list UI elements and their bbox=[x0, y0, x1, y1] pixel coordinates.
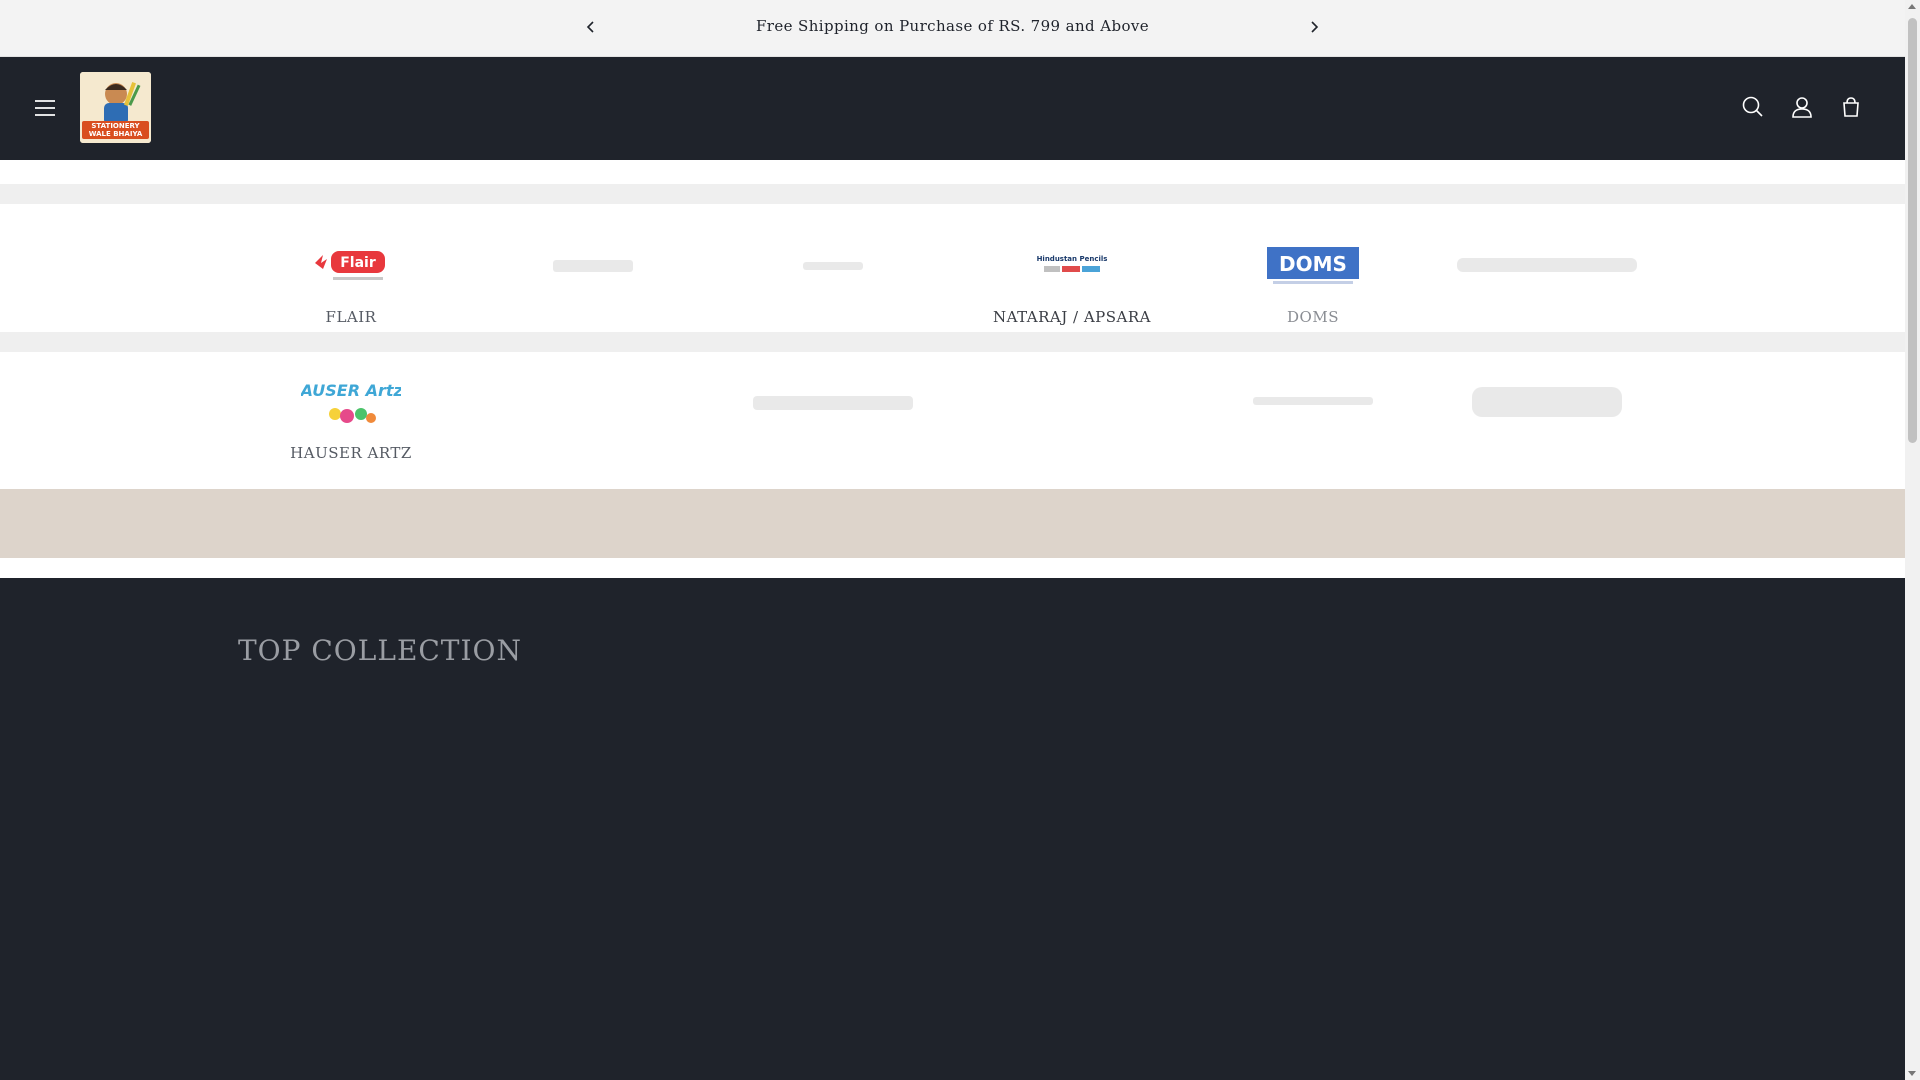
brand-item[interactable] bbox=[1447, 376, 1647, 444]
brand-logo bbox=[1213, 376, 1413, 426]
top-collection-section: TOP COLLECTION bbox=[0, 578, 1905, 1080]
chevron-right-icon[interactable] bbox=[1301, 14, 1327, 40]
hauser-artz-text: HAUSER Artz bbox=[301, 381, 401, 400]
hindustan-pencils-logo: Hindustan Pencils bbox=[972, 240, 1172, 290]
hauser-artz-logo: HAUSER Artz bbox=[251, 376, 451, 432]
hindustan-pencils-text: Hindustan Pencils bbox=[1037, 255, 1108, 263]
brand-flair[interactable]: Flair FLAIR bbox=[251, 240, 451, 326]
site-logo[interactable]: STATIONERY WALE BHAIYA bbox=[80, 72, 151, 143]
brand-name: NATARAJ / APSARA bbox=[992, 308, 1152, 326]
brand-logo bbox=[972, 376, 1172, 426]
doms-logo: DOMS bbox=[1213, 240, 1413, 290]
brand-name: HAUSER ARTZ bbox=[290, 444, 412, 462]
scroll-down-icon[interactable] bbox=[1908, 1071, 1916, 1076]
brand-logo bbox=[733, 376, 933, 426]
brand-logo bbox=[493, 240, 693, 290]
brand-row: Flair FLAIR Hindustan Pencils NATARAJ / … bbox=[0, 204, 1905, 332]
flair-logo: Flair bbox=[251, 240, 451, 290]
brand-item[interactable] bbox=[972, 376, 1172, 444]
scroll-up-icon[interactable] bbox=[1908, 4, 1916, 9]
section-divider bbox=[0, 332, 1905, 352]
doms-logo-text: DOMS bbox=[1279, 252, 1347, 276]
brand-doms[interactable]: DOMS DOMS bbox=[1213, 240, 1413, 326]
page-scrollbar[interactable] bbox=[1905, 0, 1920, 1080]
account-icon[interactable] bbox=[1787, 92, 1817, 122]
logo-text: STATIONERY WALE BHAIYA bbox=[82, 121, 149, 139]
brand-hauser-artz[interactable]: HAUSER Artz HAUSER ARTZ bbox=[251, 376, 451, 462]
brand-item[interactable] bbox=[493, 376, 693, 444]
brand-item[interactable] bbox=[1213, 376, 1413, 444]
search-icon[interactable] bbox=[1738, 92, 1768, 122]
brand-row: HAUSER Artz HAUSER ARTZ bbox=[0, 352, 1905, 468]
brand-logo bbox=[1447, 240, 1647, 290]
site-header: STATIONERY WALE BHAIYA bbox=[0, 57, 1905, 160]
brand-item[interactable] bbox=[733, 240, 933, 308]
page: Free Shipping on Purchase of RS. 799 and… bbox=[0, 0, 1905, 1080]
section-title: TOP COLLECTION bbox=[238, 634, 522, 667]
brand-item[interactable] bbox=[1447, 240, 1647, 308]
brand-name: FLAIR bbox=[325, 308, 377, 326]
section-divider bbox=[0, 184, 1905, 204]
brand-item[interactable] bbox=[733, 376, 933, 444]
brand-logo bbox=[1447, 376, 1647, 426]
section-divider bbox=[0, 558, 1905, 578]
flair-logo-text: Flair bbox=[340, 255, 376, 271]
cart-icon[interactable] bbox=[1836, 92, 1866, 122]
hamburger-icon[interactable] bbox=[30, 93, 60, 123]
brand-item[interactable] bbox=[493, 240, 693, 308]
scroll-thumb[interactable] bbox=[1908, 18, 1917, 443]
announcement-text: Free Shipping on Purchase of RS. 799 and… bbox=[755, 17, 1150, 35]
brand-logo bbox=[733, 240, 933, 290]
brand-logo bbox=[493, 376, 693, 426]
brand-nataraj-apsara[interactable]: Hindustan Pencils NATARAJ / APSARA bbox=[972, 240, 1172, 326]
announcement-bar: Free Shipping on Purchase of RS. 799 and… bbox=[0, 0, 1905, 57]
brand-name: DOMS bbox=[1287, 308, 1339, 326]
promo-band bbox=[0, 489, 1905, 558]
